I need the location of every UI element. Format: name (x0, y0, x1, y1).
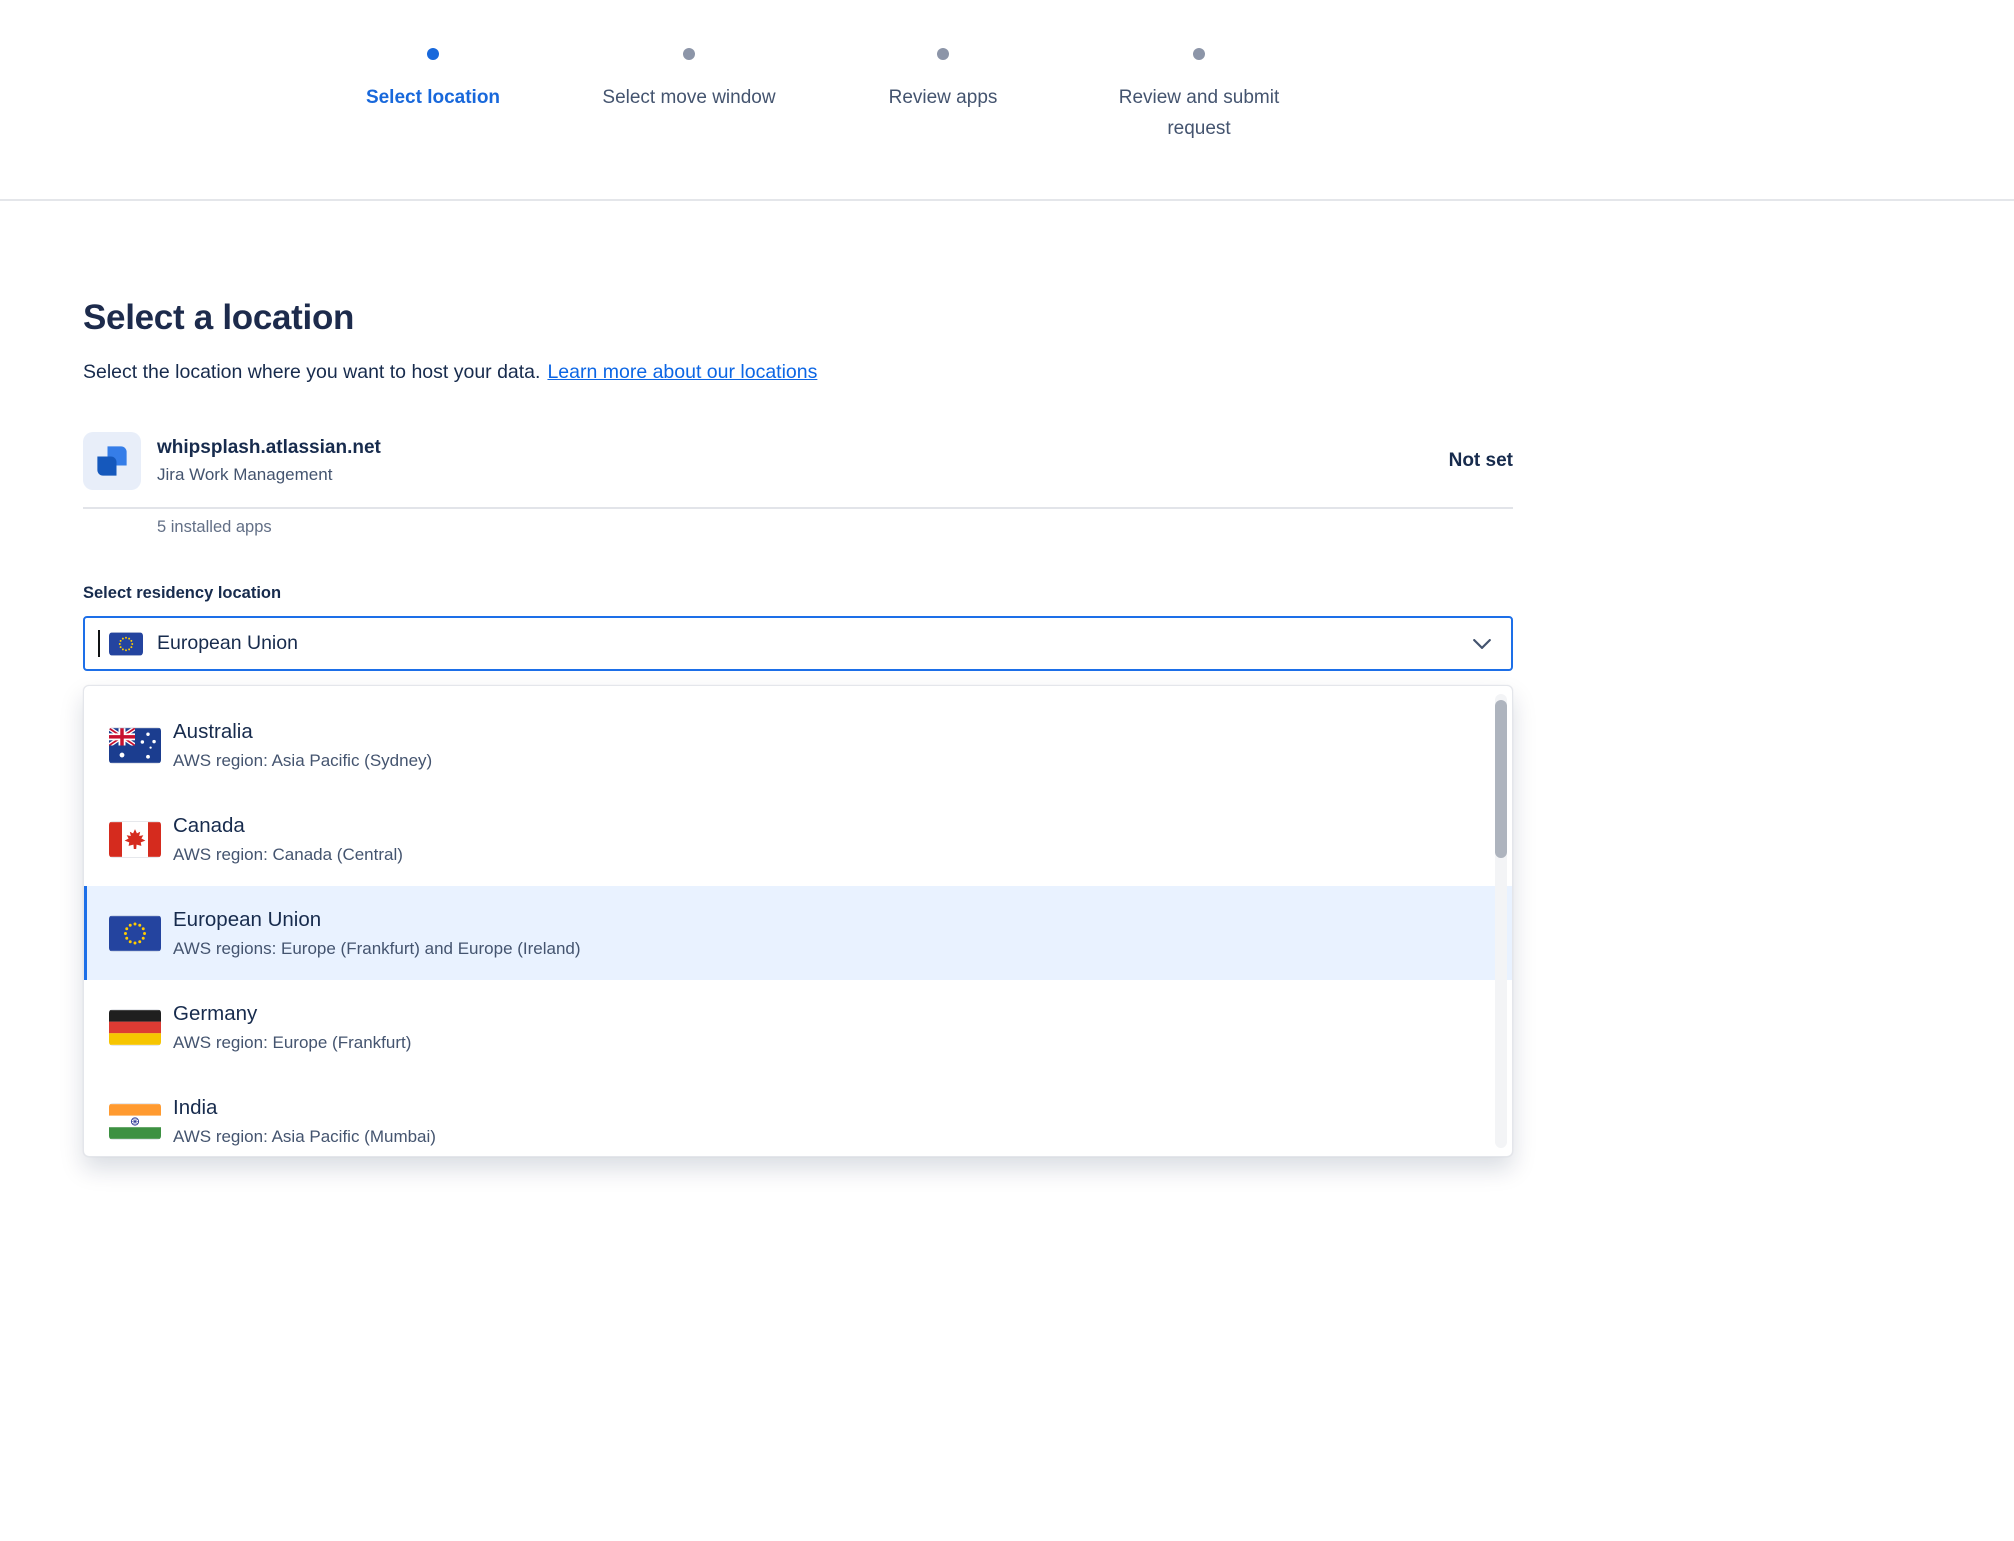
site-domain: whipsplash.atlassian.net (157, 437, 1449, 459)
intro-text: Select the location where you want to ho… (83, 361, 540, 383)
option-name: India (173, 1096, 436, 1120)
option-name: Canada (173, 814, 403, 838)
option-name: Australia (173, 720, 432, 744)
option-germany[interactable]: Germany AWS region: Europe (Frankfurt) (84, 980, 1512, 1074)
residency-select[interactable]: European Union (83, 616, 1513, 671)
step-select-move-window: Select move window (584, 48, 794, 113)
option-detail: AWS region: Asia Pacific (Sydney) (173, 751, 432, 771)
option-india[interactable]: India AWS region: Asia Pacific (Mumbai) (84, 1074, 1512, 1157)
step-label: Review apps (838, 82, 1048, 113)
site-card: whipsplash.atlassian.net Jira Work Manag… (83, 432, 1513, 490)
eu-flag-icon (109, 915, 161, 952)
option-detail: AWS regions: Europe (Frankfurt) and Euro… (173, 939, 581, 959)
step-label: Select move window (584, 82, 794, 113)
step-select-location: Select location (328, 48, 538, 113)
site-info: whipsplash.atlassian.net Jira Work Manag… (157, 437, 1449, 485)
option-detail: AWS region: Asia Pacific (Mumbai) (173, 1127, 436, 1147)
main-content: Select a location Select the location wh… (83, 298, 1513, 1157)
residency-status-badge: Not set (1449, 450, 1513, 472)
page-title: Select a location (83, 298, 1513, 338)
jira-icon (83, 432, 141, 490)
step-dot (937, 48, 949, 60)
site-product: Jira Work Management (157, 465, 1449, 485)
eu-flag-icon (109, 632, 143, 656)
page-intro: Select the location where you want to ho… (83, 361, 1513, 384)
step-review-and-submit: Review and submit request (1094, 48, 1304, 144)
step-label: Select location (328, 82, 538, 113)
selected-value: European Union (157, 632, 298, 655)
option-detail: AWS region: Europe (Frankfurt) (173, 1033, 411, 1053)
text-caret (98, 630, 100, 657)
option-name: Germany (173, 1002, 411, 1026)
step-label: Review and submit request (1094, 82, 1304, 144)
option-canada[interactable]: Canada AWS region: Canada (Central) (84, 792, 1512, 886)
step-dot (683, 48, 695, 60)
scrollbar-thumb[interactable] (1495, 700, 1507, 858)
step-dot-active (427, 48, 439, 60)
location-dropdown: Australia AWS region: Asia Pacific (Sydn… (83, 685, 1513, 1157)
germany-flag-icon (109, 1009, 161, 1046)
australia-flag-icon (109, 727, 161, 764)
india-flag-icon (109, 1103, 161, 1140)
option-european-union[interactable]: European Union AWS regions: Europe (Fran… (84, 886, 1512, 980)
step-dot (1193, 48, 1205, 60)
site-divider (83, 507, 1513, 509)
canada-flag-icon (109, 821, 161, 858)
option-australia[interactable]: Australia AWS region: Asia Pacific (Sydn… (84, 698, 1512, 792)
option-name: European Union (173, 908, 581, 932)
wizard-stepper: Select location Select move window Revie… (0, 0, 2014, 201)
learn-more-link[interactable]: Learn more about our locations (547, 361, 817, 383)
step-review-apps: Review apps (838, 48, 1048, 113)
installed-apps-count: 5 installed apps (157, 518, 1513, 537)
option-detail: AWS region: Canada (Central) (173, 845, 403, 865)
data-residency-wizard: Select location Select move window Revie… (0, 0, 2014, 1541)
chevron-down-icon (1473, 639, 1491, 649)
residency-select-label: Select residency location (83, 584, 1513, 603)
